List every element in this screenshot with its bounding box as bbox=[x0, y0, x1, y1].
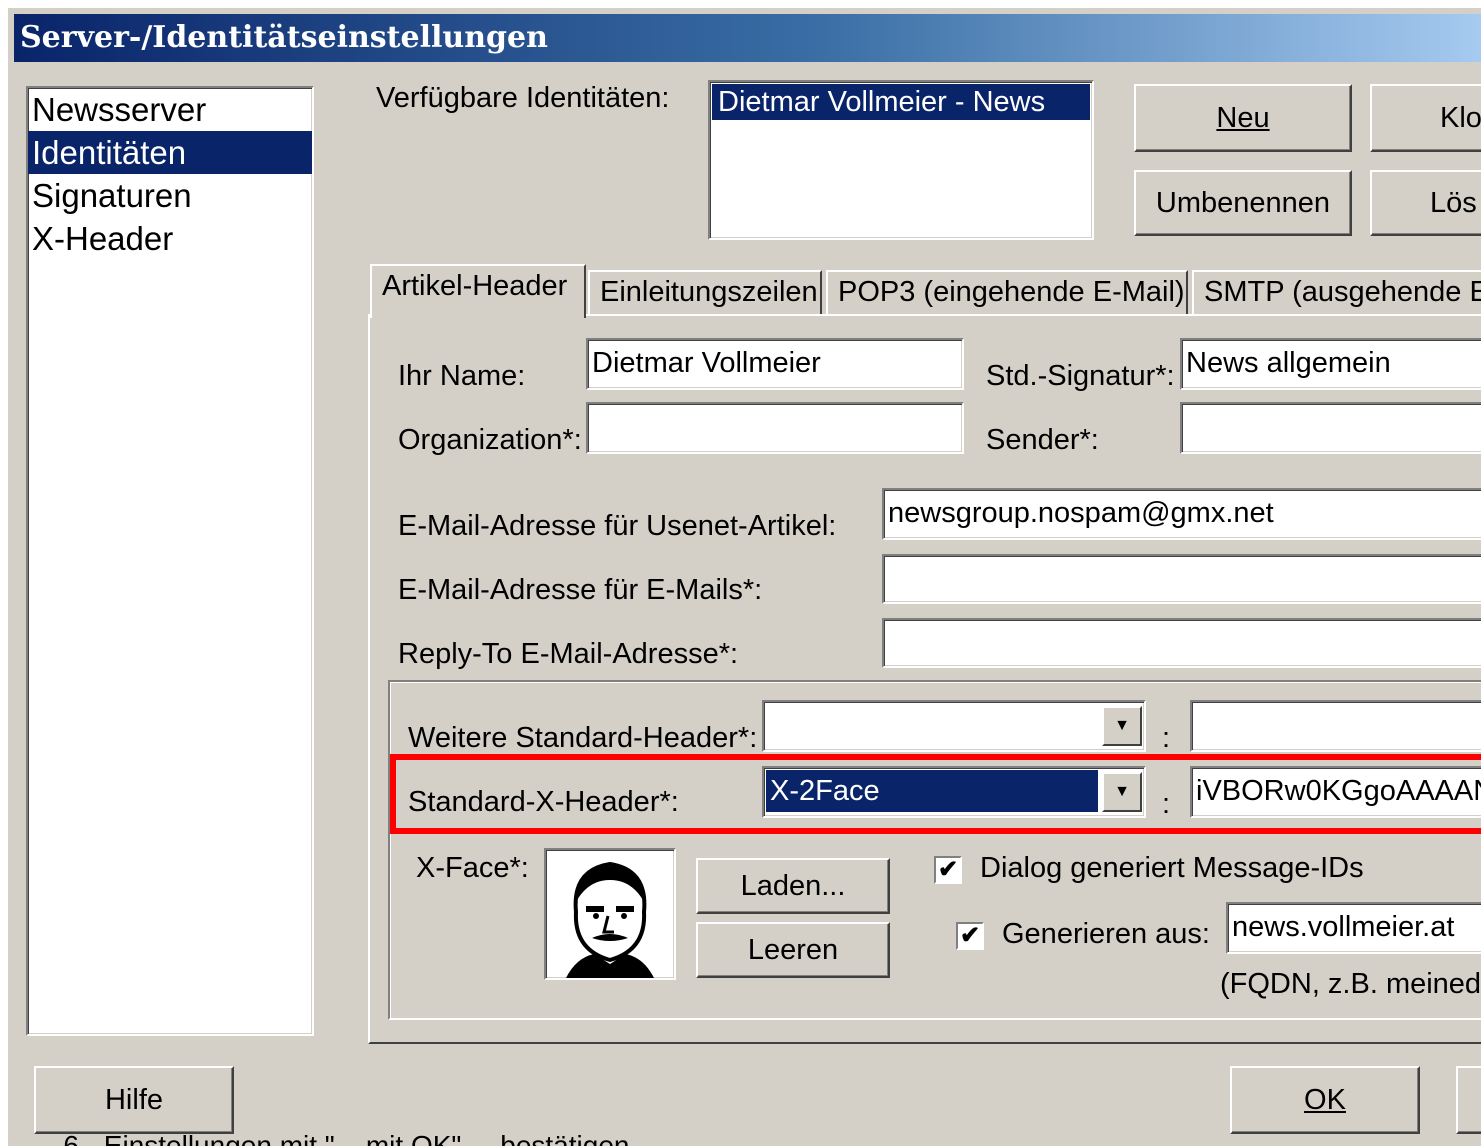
xface-image bbox=[544, 848, 676, 980]
organization-label: Organization*: bbox=[398, 424, 582, 456]
mail-email-label: E-Mail-Adresse für E-Mails*: bbox=[398, 574, 763, 606]
name-input[interactable]: Dietmar Vollmeier bbox=[586, 338, 964, 390]
help-button-label: Hilfe bbox=[104, 1083, 163, 1116]
colon-separator: : bbox=[1162, 722, 1171, 754]
chevron-down-icon: ▼ bbox=[1114, 783, 1130, 800]
tab-label: Artikel-Header bbox=[382, 270, 568, 302]
colon-separator: : bbox=[1162, 788, 1171, 820]
nav-item-x-header[interactable]: X-Header bbox=[28, 217, 312, 260]
rename-button[interactable]: Umbenennen bbox=[1134, 170, 1352, 236]
mail-email-input[interactable] bbox=[882, 554, 1481, 604]
delete-button-label: Lös bbox=[1430, 186, 1477, 219]
name-label: Ihr Name: bbox=[398, 360, 526, 392]
x-header-dropdown-button[interactable]: ▼ bbox=[1102, 772, 1142, 812]
new-button-label: Neu bbox=[1216, 101, 1270, 134]
more-headers-dropdown-button[interactable]: ▼ bbox=[1102, 706, 1142, 746]
clone-button-label: Klo bbox=[1440, 101, 1481, 134]
x-header-value[interactable]: iVBORw0KGgoAAAAN bbox=[1190, 766, 1481, 818]
more-headers-select[interactable] bbox=[762, 700, 1146, 752]
more-headers-value[interactable] bbox=[1190, 700, 1481, 752]
window-title: Server-/Identitätseinstellungen bbox=[20, 20, 548, 55]
clear-button-label: Leeren bbox=[747, 933, 839, 966]
generate-from-checkbox[interactable]: ✔ bbox=[956, 922, 984, 950]
sender-label: Sender*: bbox=[986, 424, 1099, 456]
face-portrait-icon bbox=[566, 861, 654, 978]
clear-button[interactable]: Leeren bbox=[696, 922, 890, 978]
title-bar: Server-/Identitätseinstellungen bbox=[14, 14, 1481, 62]
cancel-button[interactable] bbox=[1456, 1066, 1481, 1134]
category-list[interactable]: Newsserver Identitäten Signaturen X-Head… bbox=[26, 86, 314, 1036]
msgid-checkbox-label: Dialog generiert Message-IDs bbox=[980, 852, 1364, 884]
tab-smtp[interactable]: SMTP (ausgehende E bbox=[1192, 270, 1481, 314]
load-button[interactable]: Laden... bbox=[696, 858, 890, 914]
nav-item-signaturen[interactable]: Signaturen bbox=[28, 174, 312, 217]
generate-from-input[interactable]: news.vollmeier.at bbox=[1226, 902, 1481, 954]
tab-label: POP3 (eingehende E-Mail) bbox=[838, 276, 1185, 308]
identities-label: Verfügbare Identitäten: bbox=[376, 82, 670, 114]
identities-list[interactable]: Dietmar Vollmeier - News bbox=[708, 80, 1094, 240]
load-button-label: Laden... bbox=[740, 869, 846, 902]
usenet-email-label: E-Mail-Adresse für Usenet-Artikel: bbox=[398, 510, 837, 542]
signature-label: Std.-Signatur*: bbox=[986, 360, 1175, 392]
nav-item-identitaeten[interactable]: Identitäten bbox=[28, 131, 312, 174]
more-headers-label: Weitere Standard-Header*: bbox=[408, 722, 758, 754]
ok-button[interactable]: OK bbox=[1230, 1066, 1420, 1134]
xface-label: X-Face*: bbox=[416, 852, 529, 884]
caption-text: ...6 - Einstellungen mit "... mit OK" ..… bbox=[40, 1132, 629, 1146]
help-button[interactable]: Hilfe bbox=[34, 1066, 234, 1134]
x-header-selected-value: X-2Face bbox=[766, 770, 1098, 812]
sender-input[interactable] bbox=[1180, 402, 1481, 454]
tab-pop3[interactable]: POP3 (eingehende E-Mail) bbox=[826, 270, 1188, 314]
tab-artikel-header[interactable]: Artikel-Header bbox=[370, 264, 586, 318]
tab-label: SMTP (ausgehende E bbox=[1204, 276, 1481, 308]
signature-input[interactable]: News allgemein bbox=[1180, 338, 1481, 390]
usenet-email-input[interactable]: newsgroup.nospam@gmx.net bbox=[882, 488, 1481, 540]
rename-button-label: Umbenennen bbox=[1155, 186, 1331, 219]
chevron-down-icon: ▼ bbox=[1114, 717, 1130, 734]
ok-button-label: OK bbox=[1304, 1083, 1346, 1116]
fqdn-hint: (FQDN, z.B. meinedo bbox=[1220, 968, 1481, 1000]
clone-button[interactable]: Klo bbox=[1370, 84, 1481, 152]
tab-label: Einleitungszeilen bbox=[600, 276, 818, 308]
x-header-select[interactable]: X-2Face bbox=[762, 766, 1146, 818]
nav-item-newsserver[interactable]: Newsserver bbox=[28, 88, 312, 131]
new-button[interactable]: Neu bbox=[1134, 84, 1352, 152]
settings-dialog: Server-/Identitätseinstellungen Newsserv… bbox=[8, 8, 1481, 1146]
identity-item[interactable]: Dietmar Vollmeier - News bbox=[712, 84, 1090, 120]
replyto-input[interactable] bbox=[882, 618, 1481, 668]
x-header-label: Standard-X-Header*: bbox=[408, 786, 679, 818]
generate-from-label: Generieren aus: bbox=[1002, 918, 1210, 950]
replyto-label: Reply-To E-Mail-Adresse*: bbox=[398, 638, 739, 670]
msgid-checkbox[interactable]: ✔ bbox=[934, 856, 962, 884]
tab-einleitungszeilen[interactable]: Einleitungszeilen bbox=[588, 270, 822, 314]
organization-input[interactable] bbox=[586, 402, 964, 454]
delete-button[interactable]: Lös bbox=[1370, 170, 1481, 236]
